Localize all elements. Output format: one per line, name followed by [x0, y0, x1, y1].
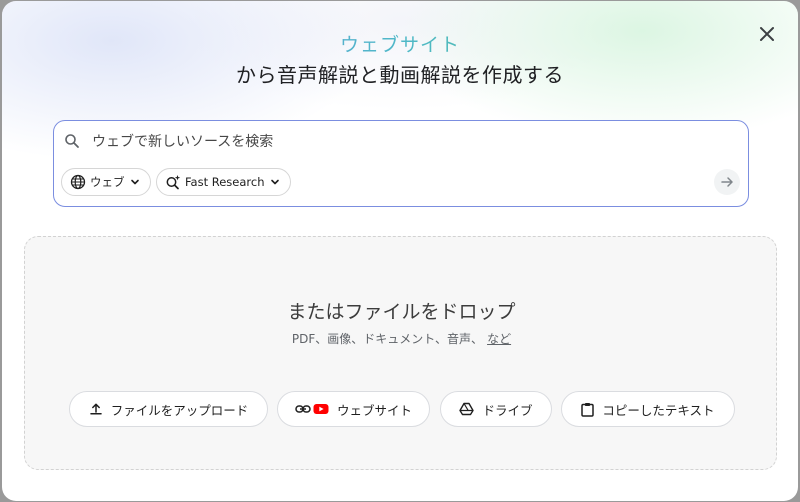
search-icon: [65, 134, 79, 148]
upload-file-label: ファイルをアップロード: [110, 402, 249, 418]
search-input[interactable]: [92, 131, 692, 153]
upload-icon: [89, 403, 102, 415]
drive-source-button[interactable]: ドライブ: [440, 391, 552, 427]
supported-types-text: PDF、画像、ドキュメント、音声、: [291, 332, 484, 346]
search-submit-button[interactable]: [714, 169, 740, 195]
arrow-right-icon: [721, 177, 733, 187]
paste-text-button[interactable]: コピーしたテキスト: [561, 391, 735, 427]
file-dropzone[interactable]: またはファイルをドロップ PDF、画像、ドキュメント、音声、 など ファイルをアッ…: [24, 236, 777, 470]
more-types-link[interactable]: など: [487, 332, 511, 346]
clipboard-icon: [581, 402, 595, 417]
dropzone-subtitle: PDF、画像、ドキュメント、音声、 など: [25, 330, 778, 347]
youtube-icon: [313, 404, 329, 414]
website-source-button[interactable]: ウェブサイト: [277, 391, 430, 427]
search-source-label: ウェブ: [90, 175, 125, 189]
drive-icon: [459, 402, 475, 416]
link-icon: [295, 405, 311, 413]
globe-icon: [70, 174, 86, 190]
research-icon: [166, 175, 181, 190]
drive-source-label: ドライブ: [482, 402, 533, 418]
research-mode-label: Fast Research: [185, 175, 265, 189]
research-mode-selector[interactable]: Fast Research: [156, 168, 291, 196]
dialog-title: から音声解説と動画解説を作成する: [236, 63, 564, 87]
chevron-down-icon: [130, 179, 139, 185]
upload-file-button[interactable]: ファイルをアップロード: [69, 391, 268, 427]
dropzone-title: またはファイルをドロップ: [287, 301, 516, 323]
add-sources-dialog: ウェブサイト から音声解説と動画解説を作成する ウェブ Fas: [2, 1, 798, 501]
dialog-title-accent: ウェブサイト: [2, 30, 798, 57]
search-source-selector[interactable]: ウェブ: [61, 168, 151, 196]
paste-text-label: コピーしたテキスト: [602, 402, 715, 418]
web-search-box: ウェブ Fast Research: [53, 120, 749, 207]
website-source-label: ウェブサイト: [336, 402, 412, 418]
chevron-down-icon: [270, 179, 279, 185]
